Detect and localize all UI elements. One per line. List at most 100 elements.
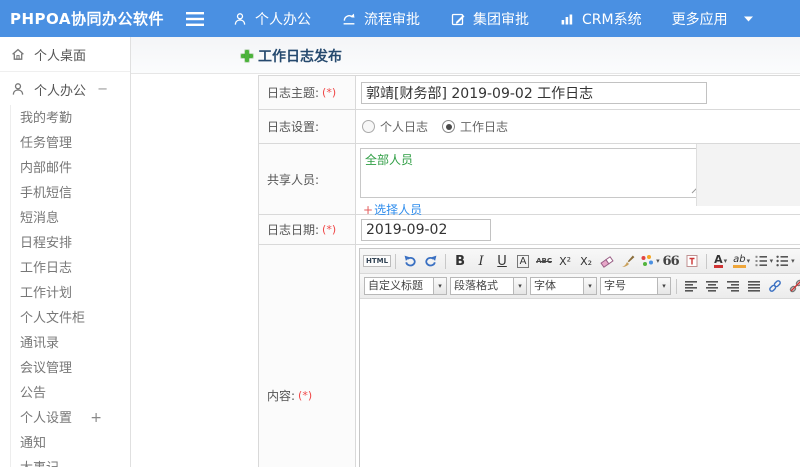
font-family-select[interactable]: 字体 ▾ [530,277,597,295]
radio-checked-icon[interactable] [442,120,456,133]
caret-down-icon [743,11,754,27]
sidebar-bottom-list: 通知大事记 [0,431,130,467]
sidebar-item[interactable]: 短消息 [0,206,130,231]
redo-icon[interactable] [421,252,441,270]
date-row: 日志日期: (*) [259,215,800,245]
caret-down-icon: ▾ [746,257,751,265]
font-size-select[interactable]: 字号 ▾ [600,277,671,295]
sidebar-item[interactable]: 内部邮件 [0,156,130,181]
align-left-icon[interactable] [681,277,701,295]
button-glyph: U [497,253,507,269]
underline-button[interactable]: U [492,252,512,270]
share-label: 共享人员: [267,172,320,187]
edit-square-icon [450,11,466,27]
font-color-button[interactable]: A ▾ [711,252,731,270]
log-type-option[interactable]: 工作日志 [442,118,508,135]
nav-workflow-approval[interactable]: 流程审批 [341,9,420,29]
main-content: 工作日志发布 日志主题: (*) 日志设置: 个人日志 工作日志 [131,37,800,467]
radio-label: 工作日志 [460,120,509,134]
share-people-textarea[interactable]: 全部人员 [360,148,703,198]
paragraph-format-select[interactable]: 段落格式 ▾ [450,277,527,295]
nav-personal-office[interactable]: 个人办公 [232,9,311,29]
custom-heading-select[interactable]: 自定义标题 ▾ [364,277,447,295]
toolbar-separator [445,253,447,269]
caret-down-icon[interactable]: ▾ [658,277,671,295]
emotion-glyph [639,253,655,269]
sidebar-section-personal-office[interactable]: 个人办公 − [0,72,130,106]
sidebar-item[interactable]: 会议管理 [0,356,130,381]
button-glyph: A [714,252,723,268]
app-window: PHPOA协同办公软件 个人办公 流程审批 集团审批 CRM系统 更多应用 个人桌面 个… [0,0,800,467]
content-row: 内容: (*) HTML B I U A ABC X² X₂ ▾ 66 A ▾ ab ▾ ▾ ▾ 自定义标题 ▾… [259,245,800,467]
caret-down-icon: ▾ [791,257,795,265]
select-value: 段落格式 [450,277,514,295]
nav-more-apps[interactable]: 更多应用 [672,9,754,29]
toolbar-separator [395,253,397,269]
align-right-icon[interactable] [723,277,743,295]
link-icon[interactable] [765,277,785,295]
bold-button[interactable]: B [450,252,470,270]
sidebar-item[interactable]: 通知 [0,431,130,456]
sidebar-item-desktop[interactable]: 个人桌面 [0,37,130,72]
strikethrough-button[interactable]: ABC [534,252,554,270]
topbar-nav: 个人办公 流程审批 集团审批 CRM系统 更多应用 [232,9,754,29]
log-type-option[interactable]: 个人日志 [362,118,428,135]
alignl-glyph [683,278,699,294]
sidebar-item[interactable]: 工作计划 [0,281,130,306]
expand-icon: + [90,410,102,426]
ordered-list-icon[interactable]: ▾ [753,252,774,270]
nav-label: 个人办公 [255,11,311,28]
highlight-color-button[interactable]: ab ▾ [732,252,752,270]
button-glyph: X² [559,254,572,268]
sidebar-item[interactable]: 任务管理 [0,131,130,156]
caret-down-icon[interactable]: ▾ [434,277,447,295]
pastetext-glyph [684,253,700,269]
nav-label: 集团审批 [473,11,529,28]
sidebar-item[interactable]: 通讯录 [0,331,130,356]
emotion-icon[interactable]: ▾ [639,252,660,270]
align-center-icon[interactable] [702,277,722,295]
subject-input[interactable] [361,81,707,104]
sidebar-item[interactable]: 工作日志 [0,256,130,281]
sidebar-item[interactable]: 个人文件柜 [0,306,130,331]
unlink-icon[interactable] [786,277,800,295]
sidebar-item-settings[interactable]: 个人设置 + [0,406,130,431]
blockquote-button[interactable]: 66 [661,252,681,270]
caret-down-icon[interactable]: ▾ [514,277,527,295]
eraser-icon[interactable] [597,252,617,270]
undo-icon[interactable] [400,252,420,270]
editor-content[interactable] [360,299,800,467]
sidebar-item[interactable]: 日程安排 [0,231,130,256]
sidebar-item[interactable]: 大事记 [0,456,130,467]
sidebar-section-label: 个人办公 [34,83,87,99]
caret-down-icon[interactable]: ▾ [584,277,597,295]
superscript-button[interactable]: X² [555,252,575,270]
format-brush-icon[interactable] [618,252,638,270]
unordered-list-icon[interactable]: ▾ [774,252,795,270]
nav-label: 更多应用 [671,11,728,28]
date-input[interactable] [361,218,491,241]
alignj-glyph [746,278,762,294]
italic-button[interactable]: I [471,252,491,270]
sidebar-item[interactable]: 公告 [0,381,130,406]
nav-group-approval[interactable]: 集团审批 [450,9,529,29]
alignr-glyph [725,278,741,294]
new-page-icon[interactable] [796,252,800,270]
caret-down-icon: ▾ [769,257,774,265]
nav-crm-system[interactable]: CRM系统 [559,9,642,29]
align-justify-icon[interactable] [744,277,764,295]
eraser-glyph [599,253,615,269]
button-glyph: 66 [662,253,680,269]
sidebar-sub-list: 我的考勤 任务管理 内部邮件 手机短信 短消息 日程安排 工作日志 工作计划 个人文件柜 通讯录会… [0,106,130,406]
font-border-button[interactable]: A [513,252,533,270]
html-source-button[interactable]: HTML [363,252,392,270]
sidebar-item[interactable]: 我的考勤 [0,106,130,131]
subscript-button[interactable]: X₂ [576,252,596,270]
rich-text-editor: HTML B I U A ABC X² X₂ ▾ 66 A ▾ ab ▾ ▾ ▾ 自定义标题 ▾ 段落格式 ▾ 字体 ▾… [359,248,800,467]
hamburger-menu-icon[interactable] [186,11,206,27]
sidebar-item[interactable]: 手机短信 [0,181,130,206]
select-value: 自定义标题 [364,277,434,295]
redo-glyph [423,253,439,269]
paste-text-icon[interactable] [682,252,702,270]
radio-unchecked-icon[interactable] [362,120,375,133]
